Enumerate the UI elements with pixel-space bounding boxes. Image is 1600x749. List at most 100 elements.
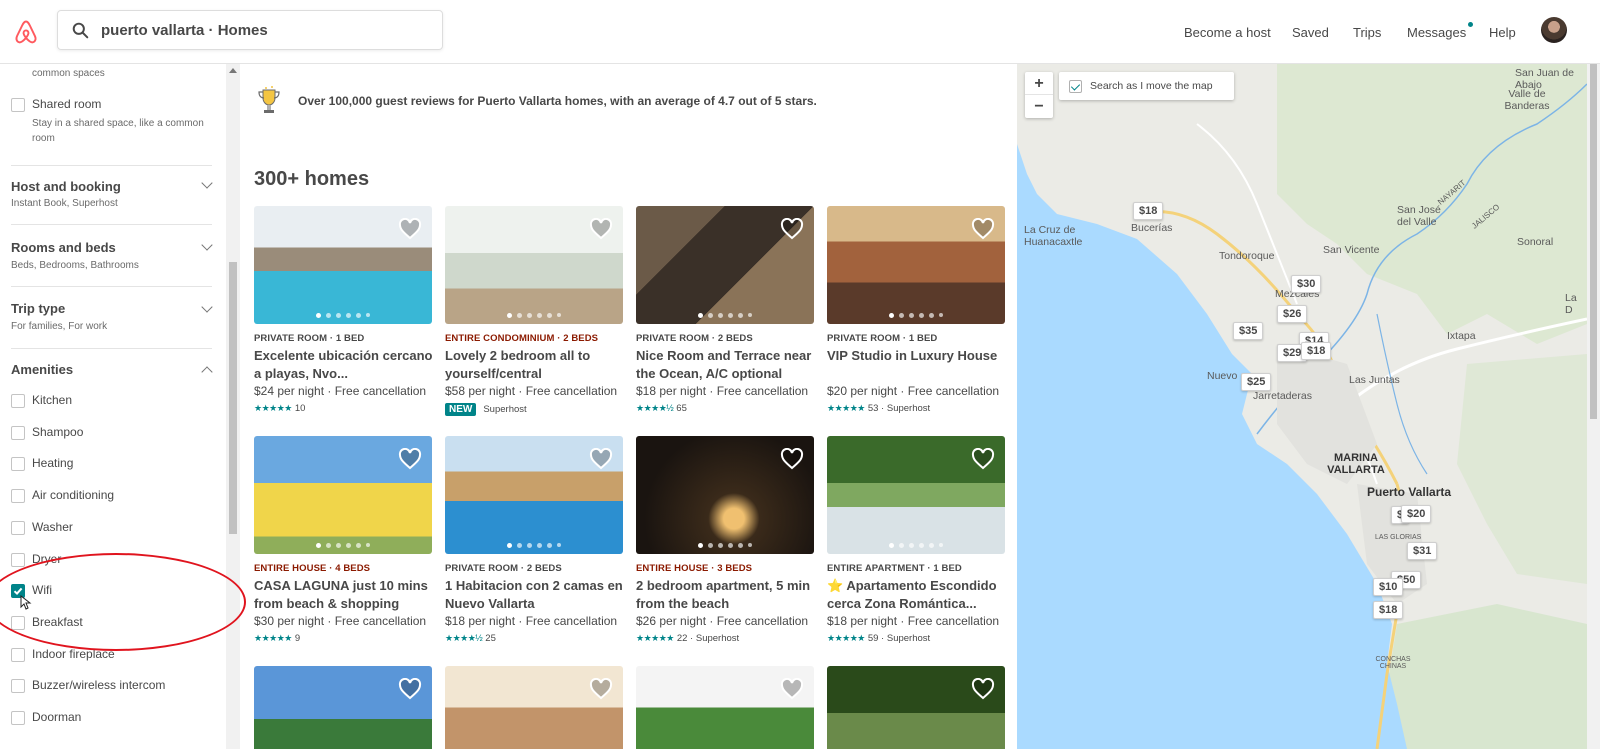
star-rating-icon: ★★★★★ [254,633,292,643]
divider [11,224,212,225]
amenity-checkbox-4[interactable] [11,520,25,535]
heart-icon[interactable] [971,678,995,700]
listing-title[interactable]: 2 bedroom apartment, 5 min from the beac… [636,577,818,613]
map-price-pin[interactable]: $25 [1241,373,1272,391]
heart-icon[interactable] [971,218,995,240]
map-price-pin[interactable]: $18 [1373,601,1404,619]
zoom-controls: + − [1025,72,1053,118]
amenity-label: Kitchen [32,393,73,407]
zoom-out-button[interactable]: − [1025,95,1053,118]
amenity-checkbox-0[interactable] [11,394,25,408]
map-canvas[interactable] [1017,64,1587,749]
photo-pager-dots[interactable] [827,543,1005,548]
heart-icon[interactable] [589,678,613,700]
photo-pager-dots[interactable] [636,543,814,548]
nav-messages-wrap[interactable]: Messages [1407,0,1474,64]
photo-pager-dots[interactable] [636,313,814,318]
photo-pager-dots[interactable] [254,313,432,318]
photo-pager-dots[interactable] [445,543,623,548]
map-price-pin[interactable]: $31 [1407,542,1438,560]
chevron-down-icon[interactable] [201,177,213,189]
heart-icon[interactable] [398,218,422,240]
star-rating-icon: ★★★★½ [636,403,674,413]
heart-icon[interactable] [398,448,422,470]
rooms-beds-title[interactable]: Rooms and beds [11,240,116,255]
nav-saved[interactable]: Saved [1292,0,1329,64]
search-box[interactable] [57,10,443,50]
listing-photo[interactable] [827,666,1005,749]
shared-room-checkbox[interactable] [11,98,25,112]
heart-icon[interactable] [971,448,995,470]
page-scrollbar[interactable] [1587,64,1600,749]
heart-icon[interactable] [780,678,804,700]
nav-trips[interactable]: Trips [1353,0,1381,64]
listing-title[interactable]: Lovely 2 bedroom all to yourself/central [445,347,627,383]
sidebar-scrollbar[interactable] [226,64,240,749]
map-price-pin[interactable]: $35 [1233,322,1264,340]
photo-pager-dots[interactable] [445,313,623,318]
map-place: La D [1565,292,1577,316]
listing-photo[interactable] [827,436,1005,554]
listing-photo[interactable] [445,436,623,554]
amenity-checkbox-5[interactable] [11,552,25,567]
amenity-checkbox-7[interactable] [11,615,25,630]
listing-photo[interactable] [636,666,814,749]
map-price-pin[interactable]: $18 [1301,342,1332,360]
map-price-pin[interactable]: $10 [1373,578,1404,596]
amenities-title[interactable]: Amenities [11,362,73,377]
search-input[interactable] [101,21,401,39]
chevron-down-icon[interactable] [201,301,213,313]
scrollbar-thumb[interactable] [1590,64,1597,419]
photo-pager-dots[interactable] [254,543,432,548]
amenity-checkbox-1[interactable] [11,425,25,440]
nav-messages[interactable]: Messages [1407,25,1466,40]
amenity-checkbox-9[interactable] [11,679,25,694]
search-as-move-checkbox[interactable] [1069,79,1082,93]
listing-photo[interactable] [254,436,432,554]
listing-title[interactable]: ⭐ Apartamento Escondido cerca Zona Román… [827,577,1009,613]
review-count: 59 · Superhost [867,633,931,644]
listing-photo[interactable] [254,666,432,749]
amenity-checkbox-2[interactable] [11,457,25,472]
map-price-pin[interactable]: $20 [1401,505,1432,523]
chevron-down-icon[interactable] [201,239,213,251]
nav-become-host[interactable]: Become a host [1184,0,1271,64]
listing-photo[interactable] [636,436,814,554]
map[interactable]: + − Search as I move the map San Juan de… [1017,64,1587,749]
listing-photo[interactable] [445,206,623,324]
listing-photo[interactable] [636,206,814,324]
photo-pager-dots[interactable] [827,313,1005,318]
host-booking-title[interactable]: Host and booking [11,179,121,194]
chevron-up-icon[interactable] [201,366,213,378]
heart-icon[interactable] [780,218,804,240]
listing-title[interactable]: Excelente ubicación cercano a playas, Nv… [254,347,436,383]
zoom-in-button[interactable]: + [1025,72,1053,95]
map-price-pin[interactable]: $26 [1277,305,1308,323]
avatar[interactable] [1541,17,1567,43]
listing-rating: NEW Superhost [445,403,527,416]
amenity-checkbox-8[interactable] [11,647,25,662]
map-price-pin[interactable]: $18 [1133,202,1164,220]
amenity-checkbox-3[interactable] [11,489,25,504]
listing-title[interactable]: 1 Habitacion con 2 camas en Nuevo Vallar… [445,577,627,613]
listing-rating: ★★★★★ 9 [254,633,300,644]
listing-title[interactable]: VIP Studio in Luxury House [827,347,1009,365]
heart-icon[interactable] [780,448,804,470]
listing-title[interactable]: CASA LAGUNA just 10 mins from beach & sh… [254,577,436,613]
heart-icon[interactable] [589,218,613,240]
trip-type-title[interactable]: Trip type [11,301,65,316]
listing-title[interactable]: Nice Room and Terrace near the Ocean, A/… [636,347,818,383]
heart-icon[interactable] [398,678,422,700]
heart-icon[interactable] [589,448,613,470]
scrollbar-thumb[interactable] [229,262,237,534]
listing-photo[interactable] [827,206,1005,324]
map-price-pin[interactable]: $30 [1291,275,1322,293]
nav-help[interactable]: Help [1489,0,1516,64]
listing-kind: ENTIRE CONDOMINIUM · 2 BEDS [445,333,599,344]
listing-price: $18 per night · Free cancellation [636,384,809,398]
airbnb-logo-icon[interactable] [12,18,40,46]
listing-photo[interactable] [445,666,623,749]
search-as-move-toggle[interactable]: Search as I move the map [1059,72,1234,100]
amenity-checkbox-10[interactable] [11,711,25,725]
listing-photo[interactable] [254,206,432,324]
